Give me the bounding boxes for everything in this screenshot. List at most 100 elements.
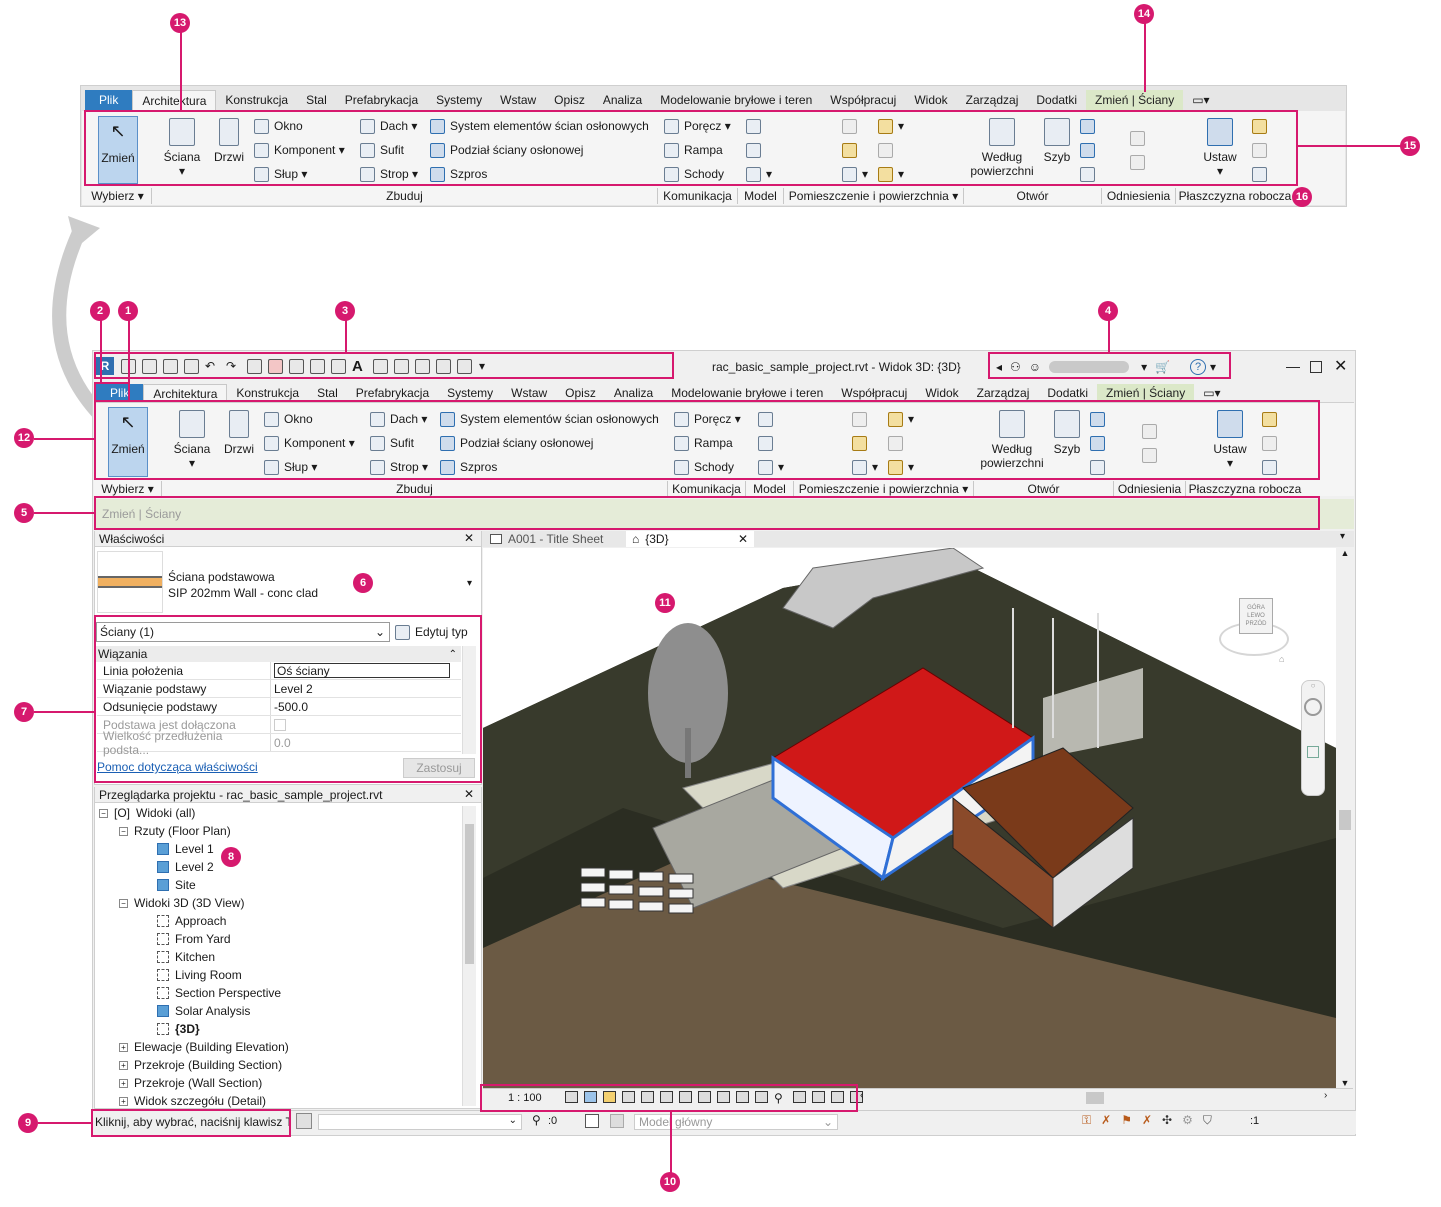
main-tab-wstaw[interactable]: Wstaw <box>502 384 556 402</box>
vertical-opening-button[interactable] <box>1080 138 1100 162</box>
area-tag-button[interactable]: ▾ <box>878 162 904 186</box>
main-grid-button[interactable] <box>1142 443 1162 467</box>
tab-plik[interactable]: Plik <box>85 90 133 110</box>
stair-button[interactable]: Schody <box>664 162 724 186</box>
render-icon[interactable] <box>641 1091 654 1103</box>
view-tab-3d[interactable]: ⌂ {3D} ✕ <box>626 531 754 547</box>
main-viewer-button[interactable] <box>1262 455 1282 479</box>
print-icon[interactable] <box>247 358 262 374</box>
main-shaft-button[interactable]: Szyb <box>1050 410 1084 456</box>
user-name-blurred[interactable] <box>1049 361 1130 373</box>
dormer-button[interactable] <box>1080 162 1100 186</box>
main-tab-wspolpracuj[interactable]: Współpracuj <box>832 384 916 402</box>
roof-button[interactable]: Dach ▾ <box>360 114 417 138</box>
design-option-select[interactable]: Model główny ⌄ <box>634 1114 838 1130</box>
viewport-h-thumb[interactable] <box>1086 1092 1104 1104</box>
viewport-v-thumb[interactable] <box>1339 810 1351 830</box>
tree-item-level-1[interactable]: Level 1 <box>157 840 214 858</box>
tree-node-building-sections[interactable]: + Przekroje (Building Section) <box>119 1056 282 1074</box>
main-door-button[interactable]: Drzwi <box>221 410 257 456</box>
qat-dropdown-icon[interactable]: ▾ <box>479 359 485 373</box>
editing-requests-icon[interactable]: ⚲ <box>532 1113 541 1127</box>
main-tab-systemy[interactable]: Systemy <box>438 384 502 402</box>
tab-close-icon[interactable]: ✕ <box>738 532 748 546</box>
viewer-button[interactable] <box>1252 162 1272 186</box>
room-separator-button[interactable]: ▾ <box>878 114 904 138</box>
tab-prefabrykacja[interactable]: Prefabrykacja <box>336 90 427 110</box>
select-by-face-icon[interactable]: ✗ <box>1142 1113 1152 1128</box>
design-options-icon[interactable] <box>585 1114 599 1128</box>
set-workplane-button[interactable]: Ustaw ▾ <box>1200 118 1240 178</box>
hscroll-left-icon[interactable]: ‹ <box>860 1090 863 1101</box>
component-button[interactable]: Komponent ▾ <box>254 138 345 162</box>
drawing-area[interactable]: GÓRA LEWO PRZÓD ⌂ ○ <box>483 548 1336 1088</box>
cart-icon[interactable]: 🛒 <box>1155 360 1170 374</box>
mullion-button[interactable]: Szpros <box>430 162 487 186</box>
reveal-constraints-icon[interactable] <box>812 1091 825 1103</box>
area-boundary-button[interactable] <box>878 138 898 162</box>
tab-wspolpracuj[interactable]: Współpracuj <box>821 90 905 110</box>
main-model-text-button[interactable] <box>758 407 778 431</box>
unlock-view-icon[interactable] <box>698 1091 711 1103</box>
ref-plane-button[interactable] <box>1252 138 1272 162</box>
main-set-workplane-button[interactable]: Ustaw ▾ <box>1210 410 1250 470</box>
main-ramp-button[interactable]: Rampa <box>674 431 733 455</box>
properties-close-icon[interactable]: ✕ <box>464 531 474 545</box>
show-workplane-button[interactable] <box>1252 114 1272 138</box>
main-vertical-opening-button[interactable] <box>1090 431 1110 455</box>
tree-item-from-yard[interactable]: From Yard <box>157 930 231 948</box>
view-cube-home-icon[interactable]: ⌂ <box>1279 654 1284 664</box>
tree-node-wall-sections[interactable]: + Przekroje (Wall Section) <box>119 1074 262 1092</box>
tree-item-living-room[interactable]: Living Room <box>157 966 242 984</box>
main-component-button[interactable]: Komponent ▾ <box>264 431 355 455</box>
thin-lines-icon[interactable] <box>415 358 430 374</box>
workset-select[interactable]: ⌄ <box>318 1114 522 1130</box>
sun-path-icon[interactable] <box>603 1091 616 1103</box>
3d-view-icon[interactable] <box>373 358 388 374</box>
edit-type-button[interactable]: Edytuj typ <box>395 622 468 642</box>
help-dropdown-icon[interactable]: ▾ <box>1210 360 1216 374</box>
main-tab-widok[interactable]: Widok <box>916 384 967 402</box>
door-button[interactable]: Drzwi <box>211 118 247 164</box>
main-roof-button[interactable]: Dach ▾ <box>370 407 427 431</box>
select-underlay-icon[interactable]: ✗ <box>1101 1113 1111 1128</box>
window-button[interactable]: Okno <box>254 114 303 138</box>
main-show-workplane-button[interactable] <box>1262 407 1282 431</box>
tab-architektura[interactable]: Architektura <box>132 90 217 110</box>
view-tab-title-sheet[interactable]: A001 - Title Sheet <box>484 531 609 547</box>
temp-view-props-icon[interactable] <box>755 1091 768 1103</box>
grid-button[interactable] <box>1130 150 1150 174</box>
view-cube[interactable]: GÓRA LEWO PRZÓD ⌂ <box>1219 592 1289 664</box>
shadows-icon[interactable] <box>622 1091 635 1103</box>
instance-filter-select[interactable]: Ściany (1) ⌄ <box>96 622 390 642</box>
main-curtain-system-button[interactable]: System elementów ścian osłonowych <box>440 407 659 431</box>
drag-elements-icon[interactable]: ✣ <box>1162 1113 1172 1128</box>
type-dropdown-icon[interactable]: ▾ <box>467 578 472 589</box>
area-button[interactable]: ▾ <box>842 162 868 186</box>
main-wall-button[interactable]: Ściana ▾ <box>172 410 212 470</box>
export-pdf-icon[interactable] <box>268 358 283 374</box>
main-stair-button[interactable]: Schody <box>674 455 734 479</box>
minimize-icon[interactable]: — <box>1286 358 1300 374</box>
revit-app-icon[interactable]: R <box>96 357 114 375</box>
browser-close-icon[interactable]: ✕ <box>464 787 474 801</box>
model-text-button[interactable] <box>746 114 766 138</box>
browser-scroll-thumb[interactable] <box>465 824 474 964</box>
crop-view-icon[interactable] <box>660 1091 673 1103</box>
filter-icon[interactable]: ⛉ <box>1203 1113 1212 1128</box>
main-wall-opening-button[interactable] <box>1090 407 1110 431</box>
main-railing-button[interactable]: Poręcz ▾ <box>674 407 741 431</box>
user-icon[interactable]: ☺ <box>1029 360 1041 374</box>
view-cube-front[interactable]: PRZÓD <box>1246 620 1267 628</box>
design-option-active-icon[interactable] <box>610 1114 624 1128</box>
hscroll-right-icon[interactable]: › <box>1324 1090 1327 1101</box>
measure-icon[interactable] <box>289 358 304 374</box>
steering-wheel-icon[interactable] <box>1304 698 1322 716</box>
floor-button[interactable]: Strop ▾ <box>360 162 418 186</box>
ribbon-options-icon[interactable]: ▭▾ <box>1183 90 1218 110</box>
tab-zmien-sciany[interactable]: Zmień | Ściany <box>1086 90 1184 110</box>
main-tab-zmien-sciany[interactable]: Zmień | Ściany <box>1097 384 1195 402</box>
scroll-up-icon[interactable]: ▲ <box>1337 548 1353 558</box>
main-tab-konstrukcja[interactable]: Konstrukcja <box>227 384 308 402</box>
tree-node-detail-views[interactable]: + Widok szczegółu (Detail) <box>119 1092 266 1110</box>
